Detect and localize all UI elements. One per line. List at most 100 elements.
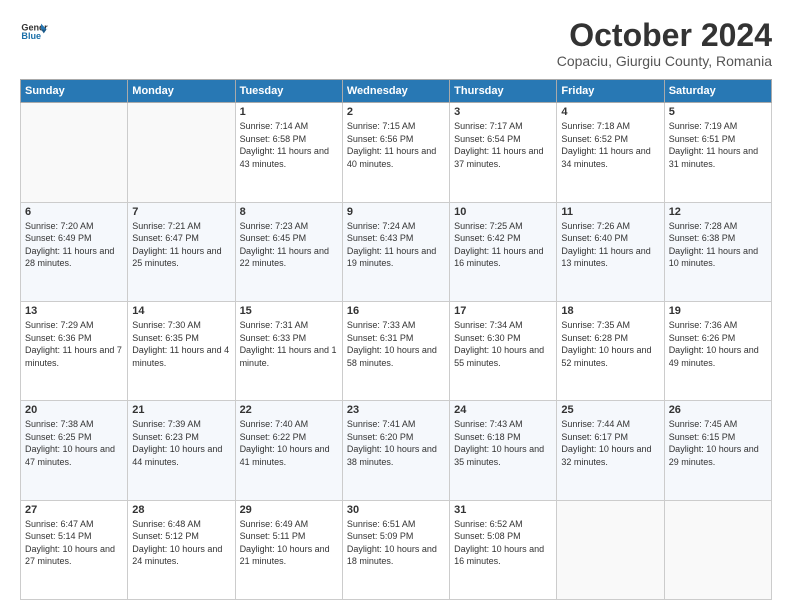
day-info: Sunrise: 7:39 AM Sunset: 6:23 PM Dayligh… xyxy=(132,418,230,468)
day-info: Sunrise: 7:25 AM Sunset: 6:42 PM Dayligh… xyxy=(454,220,552,270)
day-info: Sunrise: 7:38 AM Sunset: 6:25 PM Dayligh… xyxy=(25,418,123,468)
day-cell-w3-d2: 15Sunrise: 7:31 AM Sunset: 6:33 PM Dayli… xyxy=(235,301,342,400)
header-friday: Friday xyxy=(557,80,664,103)
day-info: Sunrise: 7:30 AM Sunset: 6:35 PM Dayligh… xyxy=(132,319,230,369)
day-cell-w3-d1: 14 Sunrise: 7:30 AM Sunset: 6:35 PM Dayli… xyxy=(128,301,235,400)
day-number: 25 xyxy=(561,404,659,416)
day-number: 31 xyxy=(454,504,552,516)
week-row-3: 13 Sunrise: 7:29 AM Sunset: 6:36 PM Dayli… xyxy=(21,301,772,400)
day-cell-w5-d3: 30 Sunrise: 6:51 AM Sunset: 5:09 PM Dayli… xyxy=(342,500,449,599)
day-number: 19 xyxy=(669,305,767,317)
day-number: 10 xyxy=(454,206,552,218)
day-info: Sunrise: 7:41 AM Sunset: 6:20 PM Dayligh… xyxy=(347,418,445,468)
day-cell-w3-d6: 19 Sunrise: 7:36 AM Sunset: 6:26 PM Dayli… xyxy=(664,301,771,400)
day-cell-w3-d4: 17 Sunrise: 7:34 AM Sunset: 6:30 PM Dayli… xyxy=(450,301,557,400)
day-cell-w5-d4: 31 Sunrise: 6:52 AM Sunset: 5:08 PM Dayli… xyxy=(450,500,557,599)
day-info: Sunrise: 7:34 AM Sunset: 6:30 PM Dayligh… xyxy=(454,319,552,369)
day-number: 6 xyxy=(25,206,123,218)
day-cell-w5-d1: 28 Sunrise: 6:48 AM Sunset: 5:12 PM Dayli… xyxy=(128,500,235,599)
day-info: Sunrise: 7:29 AM Sunset: 6:36 PM Dayligh… xyxy=(25,319,123,369)
week-row-2: 6 Sunrise: 7:20 AM Sunset: 6:49 PM Daylig… xyxy=(21,202,772,301)
day-cell-w1-d1 xyxy=(128,103,235,202)
day-cell-w1-d2: 1Sunrise: 7:14 AM Sunset: 6:58 PM Daylig… xyxy=(235,103,342,202)
day-number: 21 xyxy=(132,404,230,416)
day-number: 5 xyxy=(669,106,767,118)
logo-icon: General Blue xyxy=(20,18,48,46)
day-number: 14 xyxy=(132,305,230,317)
day-info: Sunrise: 7:23 AM Sunset: 6:45 PM Dayligh… xyxy=(240,220,338,270)
day-info: Sunrise: 6:51 AM Sunset: 5:09 PM Dayligh… xyxy=(347,518,445,568)
calendar-table: Sunday Monday Tuesday Wednesday Thursday… xyxy=(20,79,772,600)
day-info: Sunrise: 7:14 AM Sunset: 6:58 PM Dayligh… xyxy=(240,120,338,170)
day-info: Sunrise: 7:33 AM Sunset: 6:31 PM Dayligh… xyxy=(347,319,445,369)
day-cell-w4-d5: 25 Sunrise: 7:44 AM Sunset: 6:17 PM Dayli… xyxy=(557,401,664,500)
day-cell-w4-d0: 20 Sunrise: 7:38 AM Sunset: 6:25 PM Dayli… xyxy=(21,401,128,500)
day-info: Sunrise: 7:31 AM Sunset: 6:33 PM Dayligh… xyxy=(240,319,338,369)
day-cell-w4-d1: 21 Sunrise: 7:39 AM Sunset: 6:23 PM Dayli… xyxy=(128,401,235,500)
page: General Blue October 2024 Copaciu, Giurg… xyxy=(0,0,792,612)
day-info: Sunrise: 7:40 AM Sunset: 6:22 PM Dayligh… xyxy=(240,418,338,468)
day-cell-w4-d3: 23 Sunrise: 7:41 AM Sunset: 6:20 PM Dayli… xyxy=(342,401,449,500)
header: General Blue October 2024 Copaciu, Giurg… xyxy=(20,18,772,69)
day-info: Sunrise: 7:15 AM Sunset: 6:56 PM Dayligh… xyxy=(347,120,445,170)
day-info: Sunrise: 7:43 AM Sunset: 6:18 PM Dayligh… xyxy=(454,418,552,468)
day-cell-w2-d3: 9Sunrise: 7:24 AM Sunset: 6:43 PM Daylig… xyxy=(342,202,449,301)
day-info: Sunrise: 6:49 AM Sunset: 5:11 PM Dayligh… xyxy=(240,518,338,568)
day-cell-w2-d0: 6 Sunrise: 7:20 AM Sunset: 6:49 PM Daylig… xyxy=(21,202,128,301)
day-cell-w4-d2: 22 Sunrise: 7:40 AM Sunset: 6:22 PM Dayli… xyxy=(235,401,342,500)
day-number: 20 xyxy=(25,404,123,416)
day-number: 16 xyxy=(347,305,445,317)
day-number: 7 xyxy=(132,206,230,218)
day-number: 17 xyxy=(454,305,552,317)
day-cell-w5-d6 xyxy=(664,500,771,599)
day-cell-w1-d6: 5 Sunrise: 7:19 AM Sunset: 6:51 PM Daylig… xyxy=(664,103,771,202)
day-number: 30 xyxy=(347,504,445,516)
day-cell-w2-d2: 8 Sunrise: 7:23 AM Sunset: 6:45 PM Daylig… xyxy=(235,202,342,301)
day-cell-w4-d6: 26 Sunrise: 7:45 AM Sunset: 6:15 PM Dayli… xyxy=(664,401,771,500)
day-info: Sunrise: 7:45 AM Sunset: 6:15 PM Dayligh… xyxy=(669,418,767,468)
day-number: 13 xyxy=(25,305,123,317)
day-info: Sunrise: 7:21 AM Sunset: 6:47 PM Dayligh… xyxy=(132,220,230,270)
day-info: Sunrise: 6:48 AM Sunset: 5:12 PM Dayligh… xyxy=(132,518,230,568)
subtitle: Copaciu, Giurgiu County, Romania xyxy=(557,53,772,69)
day-info: Sunrise: 7:36 AM Sunset: 6:26 PM Dayligh… xyxy=(669,319,767,369)
day-cell-w1-d0 xyxy=(21,103,128,202)
day-cell-w1-d3: 2 Sunrise: 7:15 AM Sunset: 6:56 PM Daylig… xyxy=(342,103,449,202)
day-number: 11 xyxy=(561,206,659,218)
day-cell-w2-d6: 12 Sunrise: 7:28 AM Sunset: 6:38 PM Dayli… xyxy=(664,202,771,301)
day-cell-w3-d0: 13 Sunrise: 7:29 AM Sunset: 6:36 PM Dayli… xyxy=(21,301,128,400)
day-number: 22 xyxy=(240,404,338,416)
day-number: 18 xyxy=(561,305,659,317)
svg-text:Blue: Blue xyxy=(21,31,41,41)
day-info: Sunrise: 7:44 AM Sunset: 6:17 PM Dayligh… xyxy=(561,418,659,468)
day-number: 24 xyxy=(454,404,552,416)
header-saturday: Saturday xyxy=(664,80,771,103)
day-number: 23 xyxy=(347,404,445,416)
header-tuesday: Tuesday xyxy=(235,80,342,103)
day-info: Sunrise: 7:20 AM Sunset: 6:49 PM Dayligh… xyxy=(25,220,123,270)
day-cell-w1-d4: 3 Sunrise: 7:17 AM Sunset: 6:54 PM Daylig… xyxy=(450,103,557,202)
day-number: 2 xyxy=(347,106,445,118)
day-cell-w2-d1: 7 Sunrise: 7:21 AM Sunset: 6:47 PM Daylig… xyxy=(128,202,235,301)
day-info: Sunrise: 7:17 AM Sunset: 6:54 PM Dayligh… xyxy=(454,120,552,170)
logo: General Blue xyxy=(20,18,48,46)
day-info: Sunrise: 7:19 AM Sunset: 6:51 PM Dayligh… xyxy=(669,120,767,170)
day-cell-w2-d4: 10 Sunrise: 7:25 AM Sunset: 6:42 PM Dayli… xyxy=(450,202,557,301)
day-cell-w4-d4: 24 Sunrise: 7:43 AM Sunset: 6:18 PM Dayli… xyxy=(450,401,557,500)
day-info: Sunrise: 7:28 AM Sunset: 6:38 PM Dayligh… xyxy=(669,220,767,270)
day-number: 8 xyxy=(240,206,338,218)
day-number: 28 xyxy=(132,504,230,516)
weekday-header-row: Sunday Monday Tuesday Wednesday Thursday… xyxy=(21,80,772,103)
header-wednesday: Wednesday xyxy=(342,80,449,103)
day-number: 27 xyxy=(25,504,123,516)
day-number: 26 xyxy=(669,404,767,416)
header-thursday: Thursday xyxy=(450,80,557,103)
day-info: Sunrise: 6:52 AM Sunset: 5:08 PM Dayligh… xyxy=(454,518,552,568)
day-info: Sunrise: 7:26 AM Sunset: 6:40 PM Dayligh… xyxy=(561,220,659,270)
day-cell-w5-d2: 29Sunrise: 6:49 AM Sunset: 5:11 PM Dayli… xyxy=(235,500,342,599)
month-title: October 2024 xyxy=(557,18,772,53)
day-number: 3 xyxy=(454,106,552,118)
header-sunday: Sunday xyxy=(21,80,128,103)
day-cell-w1-d5: 4Sunrise: 7:18 AM Sunset: 6:52 PM Daylig… xyxy=(557,103,664,202)
day-number: 12 xyxy=(669,206,767,218)
